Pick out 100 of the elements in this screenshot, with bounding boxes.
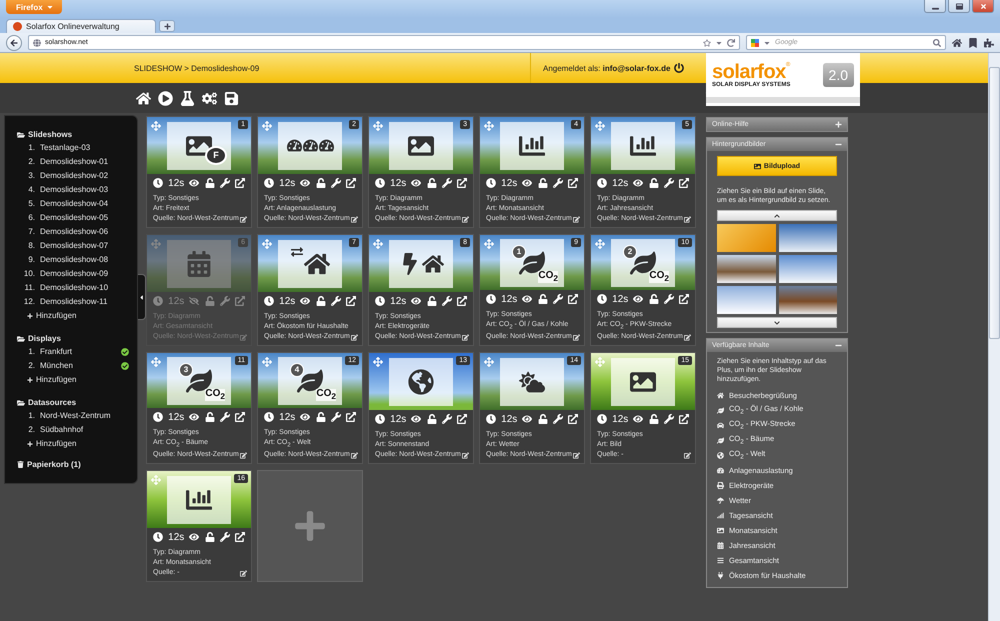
clock-icon[interactable] — [264, 178, 274, 188]
external-link-icon[interactable] — [678, 414, 689, 424]
edit-icon[interactable] — [240, 570, 247, 576]
external-link-icon[interactable] — [456, 414, 467, 424]
wrench-icon[interactable] — [664, 178, 674, 188]
search-engine-icon[interactable] — [751, 38, 759, 46]
external-link-icon[interactable] — [346, 296, 356, 306]
edit-icon[interactable] — [351, 452, 358, 458]
photo-placeholder[interactable] — [778, 286, 837, 314]
gears-icon[interactable] — [202, 90, 217, 106]
unlock-icon[interactable] — [204, 412, 215, 422]
clock-icon[interactable] — [486, 178, 496, 188]
sidebar-link[interactable]: Demoslideshow-10 — [40, 281, 129, 295]
eye-off-icon[interactable] — [189, 296, 200, 306]
save-icon[interactable] — [224, 90, 239, 106]
wrench-icon[interactable] — [552, 178, 563, 188]
edit-icon[interactable] — [573, 216, 580, 222]
eye-icon[interactable] — [189, 532, 200, 542]
external-link-icon[interactable] — [568, 414, 578, 424]
flask-icon[interactable] — [180, 90, 195, 106]
sidebar-link[interactable]: Demoslideshow-07 — [40, 239, 129, 253]
unlock-icon[interactable] — [204, 178, 215, 188]
appliance-icon[interactable] — [717, 482, 724, 489]
eye-icon[interactable] — [300, 296, 310, 306]
wrench-icon[interactable] — [330, 178, 341, 188]
sidebar-link[interactable]: Demoslideshow-08 — [40, 253, 129, 267]
picture-icon[interactable] — [717, 527, 724, 534]
external-link-icon[interactable] — [456, 178, 467, 188]
move-icon[interactable] — [262, 121, 272, 131]
scrollbar[interactable] — [988, 53, 1000, 621]
eye-icon[interactable] — [300, 178, 310, 188]
unlock-icon[interactable] — [426, 296, 437, 306]
unlock-icon[interactable] — [204, 532, 215, 542]
list-icon[interactable] — [717, 557, 724, 564]
external-link-icon[interactable] — [678, 294, 689, 304]
clock-icon[interactable] — [375, 414, 385, 424]
eye-icon[interactable] — [522, 178, 532, 188]
add-link[interactable]: Hinzufügen — [17, 437, 137, 451]
unlock-icon[interactable] — [316, 296, 326, 306]
move-icon[interactable] — [484, 357, 494, 367]
reload-icon[interactable] — [727, 38, 735, 46]
move-icon[interactable] — [484, 239, 494, 249]
wrench-icon[interactable] — [330, 296, 341, 306]
external-link-icon[interactable] — [456, 296, 467, 306]
close-button[interactable] — [972, 0, 994, 13]
unlock-icon[interactable] — [426, 414, 437, 424]
clock-icon[interactable] — [597, 294, 607, 304]
photo-placeholder[interactable] — [778, 255, 837, 283]
sidebar-link[interactable]: Frankfurt — [40, 345, 121, 359]
unlock-icon[interactable] — [316, 178, 326, 188]
photo-placeholder[interactable] — [717, 255, 776, 283]
bookmark-star-icon[interactable] — [703, 38, 711, 46]
edit-icon[interactable] — [351, 216, 358, 222]
clock-icon[interactable] — [597, 178, 607, 188]
move-icon[interactable] — [151, 121, 161, 131]
eye-icon[interactable] — [633, 178, 644, 188]
sidebar-link[interactable]: München — [40, 359, 121, 373]
clock-icon[interactable] — [486, 414, 496, 424]
unlock-icon[interactable] — [426, 178, 437, 188]
search-icon[interactable] — [933, 38, 941, 46]
clock-icon[interactable] — [264, 296, 274, 306]
external-link-icon[interactable] — [568, 294, 578, 304]
unlock-icon[interactable] — [538, 294, 548, 304]
globe-icon[interactable] — [717, 452, 724, 459]
wrench-icon[interactable] — [442, 414, 452, 424]
move-icon[interactable] — [595, 239, 605, 249]
eye-icon[interactable] — [189, 178, 200, 188]
eye-icon[interactable] — [300, 412, 310, 422]
move-icon[interactable] — [151, 357, 161, 367]
sidebar-link[interactable]: Testanlage-03 — [40, 141, 129, 155]
wrench-icon[interactable] — [220, 532, 230, 542]
unlock-icon[interactable] — [648, 414, 659, 424]
back-button[interactable] — [6, 34, 22, 50]
edit-icon[interactable] — [684, 334, 691, 340]
wrench-icon[interactable] — [330, 412, 341, 422]
eye-icon[interactable] — [189, 412, 200, 422]
external-link-icon[interactable] — [346, 412, 356, 422]
eye-icon[interactable] — [411, 296, 422, 306]
calendar-icon[interactable] — [717, 542, 724, 549]
wrench-icon[interactable] — [442, 296, 452, 306]
move-icon[interactable] — [484, 121, 494, 131]
gauge-icon[interactable] — [717, 467, 724, 474]
wrench-icon[interactable] — [552, 414, 563, 424]
eye-icon[interactable] — [522, 414, 532, 424]
external-link-icon[interactable] — [346, 178, 356, 188]
bookmarks-icon[interactable] — [968, 38, 978, 48]
wrench-icon[interactable] — [664, 294, 674, 304]
new-tab-button[interactable] — [159, 20, 175, 32]
sidebar-link[interactable]: Demoslideshow-04 — [40, 197, 129, 211]
add-link[interactable]: Hinzufügen — [17, 309, 137, 323]
wrench-icon[interactable] — [552, 294, 563, 304]
move-icon[interactable] — [373, 357, 383, 367]
add-link[interactable]: Hinzufügen — [17, 373, 137, 387]
move-icon[interactable] — [373, 239, 383, 249]
external-link-icon[interactable] — [234, 532, 245, 542]
play-icon[interactable] — [158, 90, 173, 106]
addon-icon[interactable] — [984, 38, 994, 48]
clock-icon[interactable] — [375, 178, 385, 188]
edit-icon[interactable] — [573, 452, 580, 458]
edit-icon[interactable] — [684, 452, 691, 458]
